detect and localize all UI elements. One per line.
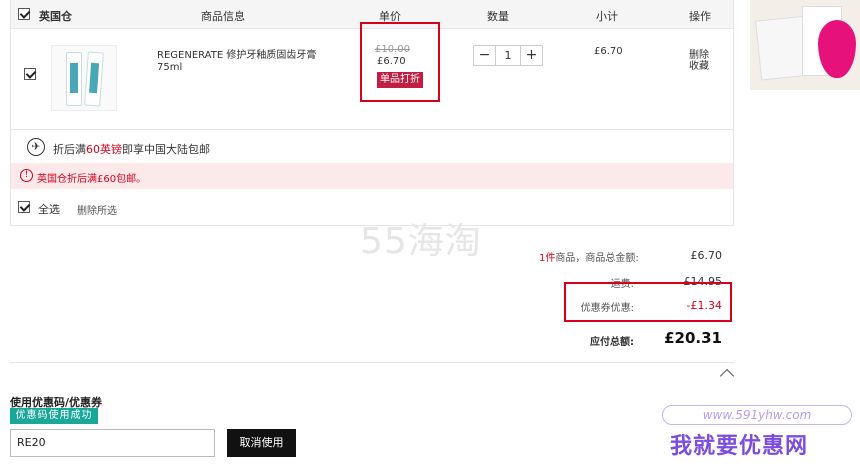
total-label: 商品，商品总金额:: [555, 253, 639, 264]
summary-total-row: 1件商品，商品总金额:: [539, 249, 639, 264]
warning-text: 英国仓折后满£60包邮。: [37, 174, 147, 185]
product-thumbnail[interactable]: [51, 45, 117, 111]
ad-product-image[interactable]: [750, 0, 860, 90]
makeup-sponge-image: [818, 20, 856, 78]
alert-icon: !: [20, 169, 33, 182]
free-shipping-warning: ! 英国仓折后满£60包邮。: [11, 163, 733, 189]
favorite-link[interactable]: 收藏: [689, 57, 709, 72]
select-all-checkbox[interactable]: [18, 201, 30, 213]
cancel-coupon-button[interactable]: 取消使用: [227, 429, 296, 457]
product-name[interactable]: REGENERATE 修护牙釉质固齿牙膏: [157, 46, 316, 61]
shipping-notice: ✈ 折后满60英镑即享中国大陆包邮: [11, 129, 733, 163]
decrease-button[interactable]: −: [474, 46, 495, 65]
shipping-suffix: 即享中国大陆包邮: [122, 143, 210, 156]
product-size: 75ml: [157, 62, 183, 73]
coupon-code-input[interactable]: RE20: [10, 429, 215, 457]
toothpaste-tube-image: [84, 51, 104, 107]
toothpaste-box-image: [66, 52, 82, 106]
col-actions: 操作: [689, 10, 711, 23]
total-value: £6.70: [690, 249, 723, 262]
select-all-label[interactable]: 全选: [38, 201, 60, 217]
col-product-info: 商品信息: [201, 10, 245, 23]
summary-divider: [10, 362, 734, 363]
overlay-url: www.591yhw.com: [662, 405, 852, 425]
quantity-value[interactable]: 1: [495, 46, 521, 65]
quantity-stepper: − 1 +: [473, 45, 543, 66]
overlay-site-name: 我就要优惠网: [670, 434, 809, 459]
item-subtotal: £6.70: [594, 46, 623, 57]
col-subtotal: 小计: [596, 10, 618, 23]
shipping-amount: 60英镑: [86, 143, 122, 156]
col-quantity: 数量: [487, 10, 509, 23]
price-highlight-box: [360, 22, 440, 102]
airplane-icon: ✈: [27, 138, 45, 156]
increase-button[interactable]: +: [521, 46, 542, 65]
site-watermark: 55海淘: [360, 221, 482, 262]
warehouse-checkbox[interactable]: [18, 8, 30, 20]
shipping-prefix: 折后满: [53, 143, 86, 156]
chevron-up-icon[interactable]: [719, 368, 735, 384]
warehouse-label: 英国仓: [39, 10, 72, 23]
grand-total-value: £20.31: [664, 329, 722, 347]
coupon-highlight-box: [564, 282, 732, 322]
grand-total-label: 应付总额:: [590, 337, 634, 348]
delete-selected-link[interactable]: 删除所选: [77, 202, 117, 217]
item-count: 1件: [539, 253, 556, 264]
coupon-success-badge: 优惠码使用成功: [10, 408, 98, 424]
item-checkbox[interactable]: [24, 68, 36, 80]
